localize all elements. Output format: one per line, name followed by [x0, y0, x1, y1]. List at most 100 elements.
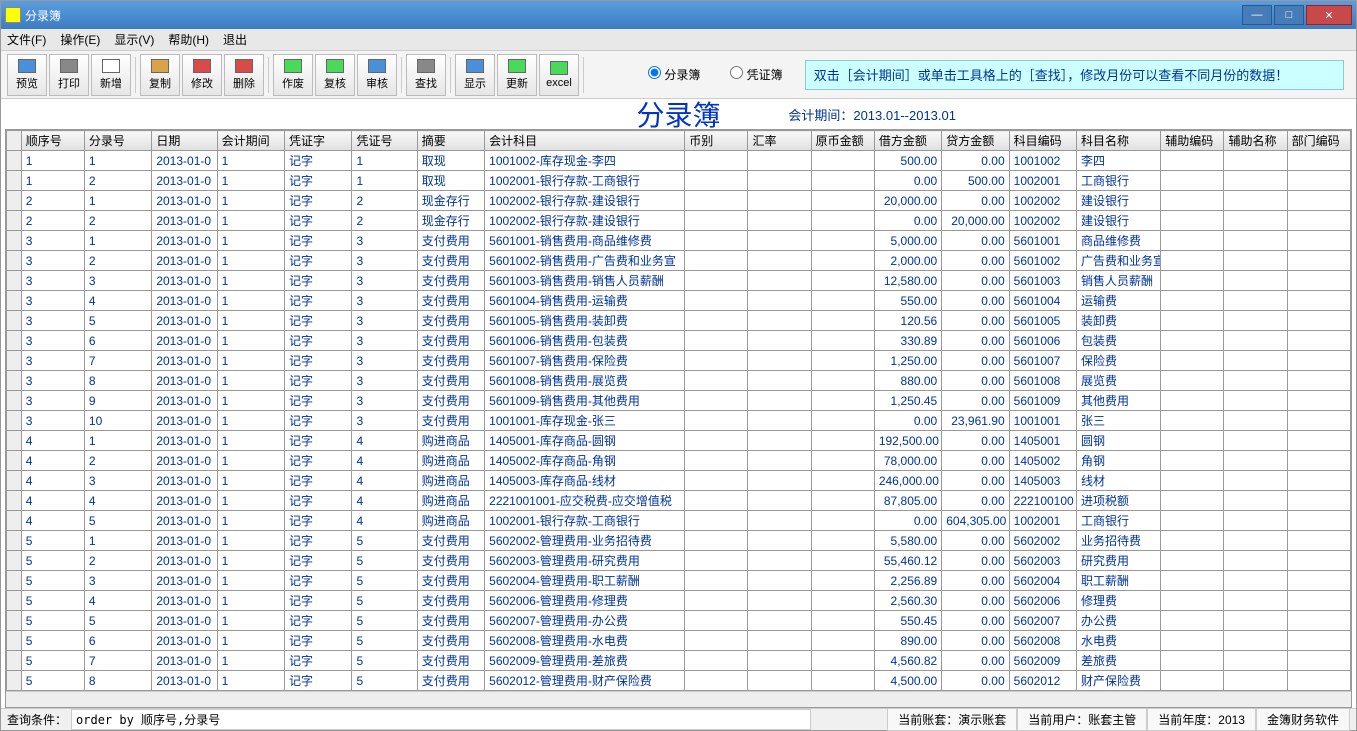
find-button[interactable]: 查找 [406, 54, 446, 96]
review-icon [326, 59, 344, 73]
status-year: 当前年度：2013 [1147, 708, 1256, 731]
show-button-label: 显示 [464, 75, 486, 91]
table-row[interactable]: 572013-01-01记字5支付费用5602009-管理费用-差旅费4,560… [7, 651, 1351, 671]
print-button-label: 打印 [58, 75, 80, 91]
titlebar[interactable]: 分录簿 — □ ✕ [1, 1, 1356, 29]
col-header[interactable]: 币别 [685, 131, 748, 151]
status-user: 当前用户：账套主管 [1017, 708, 1147, 731]
excel-icon [550, 61, 568, 75]
refresh-button-label: 更新 [506, 75, 528, 91]
horizontal-scrollbar[interactable] [6, 691, 1351, 707]
radio-voucher-book[interactable]: 凭证簿 [730, 66, 782, 83]
statusbar: 查询条件： order by 顺序号,分录号 当前账套：演示账套 当前用户：账套… [1, 708, 1356, 730]
edit-button-label: 修改 [191, 75, 213, 91]
table-row[interactable]: 392013-01-01记字3支付费用5601009-销售费用-其他费用1,25… [7, 391, 1351, 411]
table-row[interactable]: 212013-01-01记字2现金存行1002002-银行存款-建设银行20,0… [7, 191, 1351, 211]
menu-display[interactable]: 显示(V) [114, 31, 154, 48]
table-row[interactable]: 452013-01-01记字4购进商品1002001-银行存款-工商银行0.00… [7, 511, 1351, 531]
table-row[interactable]: 512013-01-01记字5支付费用5602002-管理费用-业务招待费5,5… [7, 531, 1351, 551]
menu-help[interactable]: 帮助(H) [168, 31, 209, 48]
col-header[interactable]: 贷方金额 [942, 131, 1009, 151]
app-window: 分录簿 — □ ✕ 文件(F) 操作(E) 显示(V) 帮助(H) 退出 预览打… [0, 0, 1357, 731]
refresh-button[interactable]: 更新 [497, 54, 537, 96]
col-header[interactable]: 借方金额 [874, 131, 941, 151]
maximize-button[interactable]: □ [1274, 5, 1304, 25]
col-header[interactable]: 日期 [152, 131, 217, 151]
excel-button[interactable]: excel [539, 54, 579, 96]
page-header: 分录簿 会计期间：2013.01--2013.01 [1, 99, 1356, 129]
menu-file[interactable]: 文件(F) [7, 31, 46, 48]
col-header[interactable]: 凭证号 [352, 131, 417, 151]
find-button-label: 查找 [415, 75, 437, 91]
table-row[interactable]: 412013-01-01记字4购进商品1405001-库存商品-圆钢192,50… [7, 431, 1351, 451]
void-button-label: 作废 [282, 75, 304, 91]
table-row[interactable]: 522013-01-01记字5支付费用5602003-管理费用-研究费用55,4… [7, 551, 1351, 571]
table-row[interactable]: 532013-01-01记字5支付费用5602004-管理费用-职工薪酬2,25… [7, 571, 1351, 591]
col-header[interactable]: 摘要 [417, 131, 484, 151]
table-row[interactable]: 322013-01-01记字3支付费用5601002-销售费用-广告费和业务宣2… [7, 251, 1351, 271]
audit-button[interactable]: 审核 [357, 54, 397, 96]
radio-entry-book[interactable]: 分录簿 [648, 66, 700, 83]
grid-table[interactable]: 顺序号分录号日期会计期间凭证字凭证号摘要会计科目币别汇率原币金额借方金额贷方金额… [6, 130, 1351, 691]
add-button[interactable]: 新增 [91, 54, 131, 96]
col-header[interactable]: 会计期间 [217, 131, 284, 151]
table-row[interactable]: 3102013-01-01记字3支付费用1001001-库存现金-张三0.002… [7, 411, 1351, 431]
print-button[interactable]: 打印 [49, 54, 89, 96]
status-brand: 金簿财务软件 [1256, 708, 1350, 731]
col-header[interactable]: 凭证字 [285, 131, 352, 151]
table-row[interactable]: 362013-01-01记字3支付费用5601006-销售费用-包装费330.8… [7, 331, 1351, 351]
copy-icon [151, 59, 169, 73]
audit-button-label: 审核 [366, 75, 388, 91]
app-icon [5, 7, 21, 23]
table-row[interactable]: 422013-01-01记字4购进商品1405002-库存商品-角钢78,000… [7, 451, 1351, 471]
refresh-icon [508, 59, 526, 73]
menu-exit[interactable]: 退出 [223, 31, 247, 48]
table-row[interactable]: 112013-01-01记字1取现1001002-库存现金-李四500.000.… [7, 151, 1351, 171]
find-icon [417, 59, 435, 73]
table-row[interactable]: 312013-01-01记字3支付费用5601001-销售费用-商品维修费5,0… [7, 231, 1351, 251]
table-row[interactable]: 542013-01-01记字5支付费用5602006-管理费用-修理费2,560… [7, 591, 1351, 611]
show-button[interactable]: 显示 [455, 54, 495, 96]
col-header[interactable]: 原币金额 [811, 131, 874, 151]
col-header[interactable]: 分录号 [84, 131, 151, 151]
query-label: 查询条件： [7, 711, 67, 728]
col-header[interactable]: 会计科目 [485, 131, 685, 151]
delete-button[interactable]: 删除 [224, 54, 264, 96]
query-condition[interactable]: order by 顺序号,分录号 [71, 709, 811, 730]
col-header[interactable]: 顺序号 [21, 131, 84, 151]
table-row[interactable]: 552013-01-01记字5支付费用5602007-管理费用-办公费550.4… [7, 611, 1351, 631]
edit-button[interactable]: 修改 [182, 54, 222, 96]
table-row[interactable]: 222013-01-01记字2现金存行1002002-银行存款-建设银行0.00… [7, 211, 1351, 231]
page-title: 分录簿 [636, 94, 720, 134]
table-row[interactable]: 342013-01-01记字3支付费用5601004-销售费用-运输费550.0… [7, 291, 1351, 311]
minimize-button[interactable]: — [1242, 5, 1272, 25]
preview-button[interactable]: 预览 [7, 54, 47, 96]
table-row[interactable]: 582013-01-01记字5支付费用5602012-管理费用-财产保险费4,5… [7, 671, 1351, 691]
table-row[interactable]: 432013-01-01记字4购进商品1405003-库存商品-线材246,00… [7, 471, 1351, 491]
add-icon [102, 59, 120, 73]
hint-box: 双击［会计期间］或单击工具格上的［查找］，修改月份可以查看不同月份的数据！ [805, 60, 1344, 90]
excel-button-label: excel [546, 77, 572, 89]
menu-operate[interactable]: 操作(E) [60, 31, 100, 48]
void-button[interactable]: 作废 [273, 54, 313, 96]
table-row[interactable]: 442013-01-01记字4购进商品2221001001-应交税费-应交增值税… [7, 491, 1351, 511]
toolbar: 预览打印新增复制修改 删除 作废复核审核 查找 显示 更新 excel 分录簿 凭证簿 双击［… [1, 51, 1356, 99]
delete-button-label: 删除 [233, 75, 255, 91]
table-row[interactable]: 352013-01-01记字3支付费用5601005-销售费用-装卸费120.5… [7, 311, 1351, 331]
col-header[interactable]: 部门编码 [1287, 131, 1350, 151]
col-header[interactable]: 科目编码 [1009, 131, 1076, 151]
table-row[interactable]: 382013-01-01记字3支付费用5601008-销售费用-展览费880.0… [7, 371, 1351, 391]
table-row[interactable]: 332013-01-01记字3支付费用5601003-销售费用-销售人员薪酬12… [7, 271, 1351, 291]
col-header[interactable]: 科目名称 [1077, 131, 1161, 151]
col-header[interactable]: 辅助编码 [1161, 131, 1224, 151]
col-header[interactable]: 辅助名称 [1224, 131, 1287, 151]
edit-icon [193, 59, 211, 73]
window-title: 分录簿 [25, 7, 61, 24]
col-header[interactable]: 汇率 [748, 131, 811, 151]
table-row[interactable]: 562013-01-01记字5支付费用5602008-管理费用-水电费890.0… [7, 631, 1351, 651]
table-row[interactable]: 372013-01-01记字3支付费用5601007-销售费用-保险费1,250… [7, 351, 1351, 371]
review-button[interactable]: 复核 [315, 54, 355, 96]
copy-button[interactable]: 复制 [140, 54, 180, 96]
close-button[interactable]: ✕ [1306, 5, 1352, 25]
table-row[interactable]: 122013-01-01记字1取现1002001-银行存款-工商银行0.0050… [7, 171, 1351, 191]
